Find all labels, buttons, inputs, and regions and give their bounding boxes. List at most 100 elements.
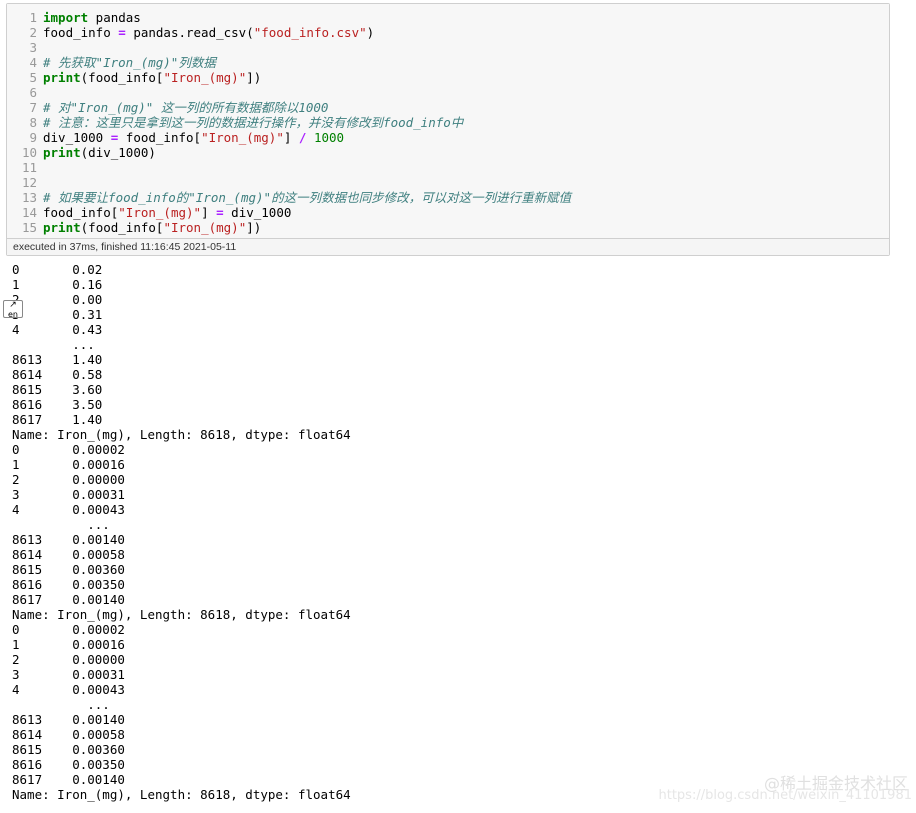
output-line: ... (12, 337, 95, 352)
output-line: 0 0.02 (12, 262, 103, 277)
code-line: # 如果要让food_info的"Iron_(mg)"的这一列数据也同步修改，可… (43, 190, 885, 205)
line-number: 6 (29, 85, 37, 100)
output-line: Name: Iron_(mg), Length: 8618, dtype: fl… (12, 427, 351, 442)
code-token: food_info[ (43, 205, 119, 220)
code-token: # 先获取"Iron_(mg)"列数据 (43, 55, 216, 70)
code-token: "Iron_(mg)" (201, 130, 284, 145)
code-token: ]) (246, 220, 262, 235)
code-token: # 对"Iron_(mg)" 这一列的所有数据都除以1000 (43, 100, 329, 115)
output-line: 2 0.00000 (12, 472, 125, 487)
code-token: div_1000 (43, 130, 111, 145)
code-token: ]) (246, 70, 262, 85)
code-editor[interactable]: 1 2 3 4 5 6 7 8 9 10 11 12 13 14 15 import pandas food_… (7, 4, 889, 240)
output-line: 8613 0.00140 (12, 712, 125, 727)
output-line: 3 0.00031 (12, 667, 125, 682)
output-line: 2 0.00 (12, 292, 103, 307)
line-number: 2 (29, 25, 37, 40)
output-line: 8616 0.00350 (12, 577, 125, 592)
output-line: 8613 1.40 (12, 352, 103, 367)
code-line: food_info["Iron_(mg)"] = div_1000 (43, 205, 885, 220)
output-line: Name: Iron_(mg), Length: 8618, dtype: fl… (12, 607, 351, 622)
code-token: 1000 (313, 130, 345, 145)
code-token: (div_1000) (80, 145, 156, 160)
code-token: # 注意：这里只是拿到这一列的数据进行操作，并没有修改到food_info中 (43, 115, 464, 130)
code-line: print(div_1000) (43, 145, 885, 160)
output-line: 8616 3.50 (12, 397, 103, 412)
code-token: div_1000 (223, 205, 292, 220)
output-line: 8615 3.60 (12, 382, 103, 397)
output-line: 3 0.31 (12, 307, 103, 322)
line-number: 3 (29, 40, 37, 55)
line-number-gutter: 1 2 3 4 5 6 7 8 9 10 11 12 13 14 15 (7, 10, 37, 235)
code-line: food_info = pandas.read_csv("food_info.c… (43, 25, 885, 40)
line-number: 8 (29, 115, 37, 130)
output-line: 8617 1.40 (12, 412, 103, 427)
translate-widget-label: en (8, 310, 18, 319)
execution-status: executed in 37ms, finished 11:16:45 2021… (7, 238, 889, 255)
code-token: pandas (88, 10, 141, 25)
output-line: 2 0.00000 (12, 652, 125, 667)
code-token: # 如果要让food_info的"Iron_(mg)"的这一列数据也同步修改，可… (43, 190, 572, 205)
line-number: 15 (21, 220, 37, 235)
output-line: 8617 0.00140 (12, 592, 125, 607)
code-line: print(food_info["Iron_(mg)"]) (43, 220, 885, 235)
code-cell[interactable]: 1 2 3 4 5 6 7 8 9 10 11 12 13 14 15 import pandas food_… (6, 3, 890, 256)
output-line: 1 0.16 (12, 277, 103, 292)
output-line: 8614 0.58 (12, 367, 103, 382)
line-number: 5 (29, 70, 37, 85)
output-line: 8614 0.00058 (12, 727, 125, 742)
cell-output: 0 0.02 1 0.16 2 0.00 3 0.31 4 0.43 ... 8613 1… (12, 262, 892, 802)
code-token: ) (366, 25, 375, 40)
output-line: 8617 0.00140 (12, 772, 125, 787)
code-token: "Iron_(mg)" (163, 220, 247, 235)
code-token: food_info (43, 25, 119, 40)
output-line: 8616 0.00350 (12, 757, 125, 772)
code-token: "food_info.csv" (253, 25, 367, 40)
output-line: 1 0.00016 (12, 457, 125, 472)
output-line: 0 0.00002 (12, 442, 125, 457)
code-token: ] (201, 205, 217, 220)
line-number: 10 (21, 145, 37, 160)
output-line: 4 0.00043 (12, 502, 125, 517)
code-token: print (43, 145, 81, 160)
output-line: 8613 0.00140 (12, 532, 125, 547)
output-line: 4 0.00043 (12, 682, 125, 697)
code-token: import (43, 10, 89, 25)
output-line: 4 0.43 (12, 322, 103, 337)
line-number: 9 (29, 130, 37, 145)
line-number: 12 (21, 175, 37, 190)
code-token: (food_info[ (80, 70, 164, 85)
output-line: 3 0.00031 (12, 487, 125, 502)
code-token: "Iron_(mg)" (118, 205, 202, 220)
output-line: ... (12, 697, 110, 712)
watermark-url: https://blog.csdn.net/weixin_41101981 (658, 788, 912, 803)
output-line: ... (12, 517, 110, 532)
output-line: 8615 0.00360 (12, 562, 125, 577)
code-token: pandas.read_csv( (125, 25, 254, 40)
code-token: "Iron_(mg)" (163, 70, 247, 85)
output-line: 1 0.00016 (12, 637, 125, 652)
code-token: ] (283, 130, 299, 145)
line-number: 11 (21, 160, 37, 175)
code-line: div_1000 = food_info["Iron_(mg)"] / 1000 (43, 130, 885, 145)
code-line: import pandas (43, 10, 885, 25)
code-token: (food_info[ (80, 220, 164, 235)
output-line: 8615 0.00360 (12, 742, 125, 757)
line-number: 7 (29, 100, 37, 115)
translate-widget-icon[interactable]: ↗ en (3, 300, 23, 319)
line-number: 13 (21, 190, 37, 205)
code-line: # 对"Iron_(mg)" 这一列的所有数据都除以1000 (43, 100, 885, 115)
code-token: = (118, 25, 126, 40)
code-line: # 注意：这里只是拿到这一列的数据进行操作，并没有修改到food_info中 (43, 115, 885, 130)
line-number: 14 (21, 205, 37, 220)
output-line: 8614 0.00058 (12, 547, 125, 562)
code-text[interactable]: import pandas food_info = pandas.read_csv… (43, 10, 885, 235)
output-line: 0 0.00002 (12, 622, 125, 637)
line-number: 4 (29, 55, 37, 70)
code-line: print(food_info["Iron_(mg)"]) (43, 70, 885, 85)
